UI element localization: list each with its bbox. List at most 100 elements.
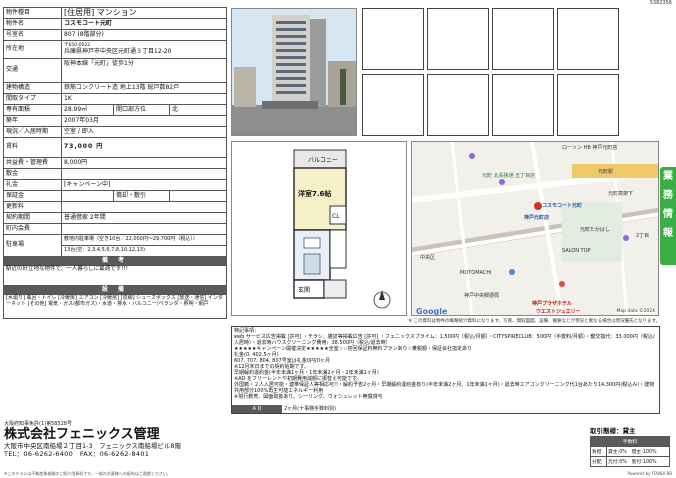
fee-row-key: 負担 (590, 446, 607, 457)
special-remarks: 特記事項： web サービス広告掲載 [許可] ・チラシ、雑誌等掲載広告 [許可… (231, 326, 660, 414)
property-table: 物件種目 [住居用] マンション 物件名 コスモコート元町 号室名 807 (8階部分… (3, 7, 227, 319)
label-renewal: 更新料 (3, 201, 62, 213)
location-map[interactable]: ローソン HB 神戸元町店 コスモコート元町 元町 北長狭通 五丁目店 神戸元町… (411, 141, 659, 316)
label-guarantee: 保証金 (3, 190, 62, 202)
fee-row-value: 貸主:0% 借主:100% (606, 446, 670, 457)
value-area: 28.99㎡ (61, 104, 114, 116)
label-layout: 間取タイプ (3, 93, 62, 105)
company-address: 大阪市中央区南船場２丁目1-3 フェニックス南船場ビル8階 (4, 442, 182, 450)
footer-note: ※このチラシは不動産業者間のご紹介用資料です。一般のお客様への配布はご遠慮くださ… (4, 471, 171, 476)
company-block: 大阪府知事免許(1)第58528号 株式会社フェニックス管理 大阪市中央区南船場… (4, 420, 304, 458)
map-label: 元町 北長狭通 五丁目店 (482, 173, 536, 179)
photo-thumbnail-8[interactable] (557, 74, 619, 136)
label-address: 所在地 (3, 40, 62, 59)
entrance-label: 玄関 (298, 286, 310, 294)
photo-thumbnail-3[interactable] (492, 8, 554, 70)
value-rent: 73,000 円 (61, 137, 227, 158)
remarks-text: 駅近の好立地な物件で、一人暮らしに最適です!!! (3, 265, 227, 286)
ad-label: A D (232, 405, 282, 413)
disclaimer-note: ※ この資料は物件の概略紹介資料になります。写真、間取図面、設備、概要などが現況… (408, 319, 660, 324)
side-tab-char: 業 (663, 171, 673, 182)
photo-thumbnail-6[interactable] (427, 74, 489, 136)
business-info-tab[interactable]: 業 務 情 報 (660, 167, 676, 265)
value-address: 兵庫県神戸市中央区元町通３丁目12-20 (64, 47, 172, 55)
side-tab-char: 情 (663, 209, 673, 220)
photo-thumbnail-5[interactable] (362, 74, 424, 136)
side-tab-char: 務 (663, 190, 673, 201)
value-key-money: [キャンペーン中] (61, 179, 227, 191)
value-type: [住居用] マンション (61, 7, 227, 19)
value-layout: 1K (61, 93, 227, 105)
map-label: 中央区 (420, 255, 436, 261)
label-built: 築年 (3, 115, 62, 127)
balcony-label: バルコニー (308, 157, 338, 164)
room-label: 洋室7.6帖 (298, 189, 331, 198)
label-area: 専有面積 (3, 104, 62, 116)
value-amortization (169, 190, 227, 202)
value-renewal (61, 201, 227, 213)
label-name: 物件名 (3, 18, 62, 30)
compass-icon (373, 290, 391, 309)
label-type: 物件種目 (3, 7, 62, 19)
value-parking-spaces: 13台(空：2,3,4,5,6,7,8,10,12,13) (61, 245, 227, 257)
value-transport: 阪神本線「元町」徒歩1分 (61, 58, 227, 83)
fee-row-key: 分配 (590, 456, 607, 467)
document-id: 5382356 (649, 0, 672, 6)
map-label: コスモコート元町 (542, 203, 583, 209)
company-tel-fax: TEL：06-6262-6400 FAX：06-6262-8401 (4, 450, 150, 458)
google-logo: Google (416, 307, 448, 316)
facilities-header: 設 備 (3, 285, 227, 295)
label-parking: 駐車場 (3, 234, 62, 257)
value-parking: 敷地内駐車場（空き10台／22,000円～29,700円（税込）） (61, 234, 227, 246)
side-tab-char: 報 (663, 228, 673, 239)
label-rent: 賃料 (3, 137, 62, 158)
map-label: 2丁目 (636, 233, 650, 239)
footer-powered-by: Powered by ITANDI BB (627, 471, 672, 476)
special-line: ※現行教育、図面取扱あり。シーリング、ウォシュレット無償貸与 (234, 394, 383, 400)
label-orientation: 開口部方位 (113, 104, 170, 116)
map-label: 神戸プラザホテル (532, 301, 573, 307)
fee-header: 手数料 (590, 436, 670, 447)
remarks-header: 備 考 (3, 256, 227, 266)
label-key-money: 礼金 (3, 179, 62, 191)
value-built: 2007年03月 (61, 115, 227, 127)
map-label: 元町たかはし (580, 227, 610, 233)
value-neighborhood-fee (61, 223, 227, 235)
value-name: コスモコート元町 (61, 18, 227, 30)
company-name: 株式会社フェニックス管理 (4, 427, 160, 442)
closet-label: CL (332, 213, 340, 220)
value-structure: 鉄筋コンクリート造 地上13階 総戸数82戸 (61, 82, 227, 94)
value-status: 空室 / 即入 (61, 126, 227, 138)
map-label: 元町高架下 (608, 191, 634, 197)
property-pin-icon[interactable] (534, 202, 542, 210)
label-structure: 建物構造 (3, 82, 62, 94)
value-orientation: 北 (169, 104, 227, 116)
map-label: SALON TOP (562, 248, 591, 254)
photo-thumbnail-4[interactable] (557, 8, 619, 70)
map-label: ウエストジュエリー (536, 309, 581, 315)
ad-value: 2ヶ月(十事務手数料別) (284, 406, 337, 412)
map-label: 神戸元町店 (524, 215, 550, 221)
label-room: 号室名 (3, 29, 62, 41)
label-transport: 交通 (3, 58, 62, 83)
label-status: 現況／入居時期 (3, 126, 62, 138)
value-contract: 普通借家 2年間 (61, 212, 227, 224)
label-contract: 契約期間 (3, 212, 62, 224)
map-label: MOTOMACHI (460, 270, 492, 276)
label-neighborhood-fee: 町内会費 (3, 223, 62, 235)
photo-thumbnail-7[interactable] (492, 74, 554, 136)
special-line: 外国籍・２人入居可能・連帯保証人等相応可!!・解約予告2ヶ月・早期解約違約金有り… (234, 382, 655, 394)
company-license: 大阪府知事免許(1)第58528号 (4, 421, 72, 427)
photo-thumbnail-2[interactable] (427, 8, 489, 70)
map-copyright: Map data ©2024 (616, 309, 655, 314)
fee-row-value: 元付:0% 客付:100% (606, 456, 670, 467)
label-deposit: 敷金 (3, 168, 62, 180)
map-label: 神戸中央郵便局 (464, 293, 500, 299)
value-room: 807 (8階部分) (61, 29, 227, 41)
label-common-fee: 共益費・管理費 (3, 157, 62, 169)
photo-thumbnail-1[interactable] (362, 8, 424, 70)
trade-terms: 取引態様：貸主 手数料 負担 貸主:0% 借主:100% 分配 元付:0% 客付:1… (590, 425, 670, 467)
fee-table: 手数料 負担 貸主:0% 借主:100% 分配 元付:0% 客付:100% (590, 436, 670, 467)
value-common-fee: 8,000円 (61, 157, 227, 169)
trade-title: 取引態様：貸主 (590, 427, 636, 435)
